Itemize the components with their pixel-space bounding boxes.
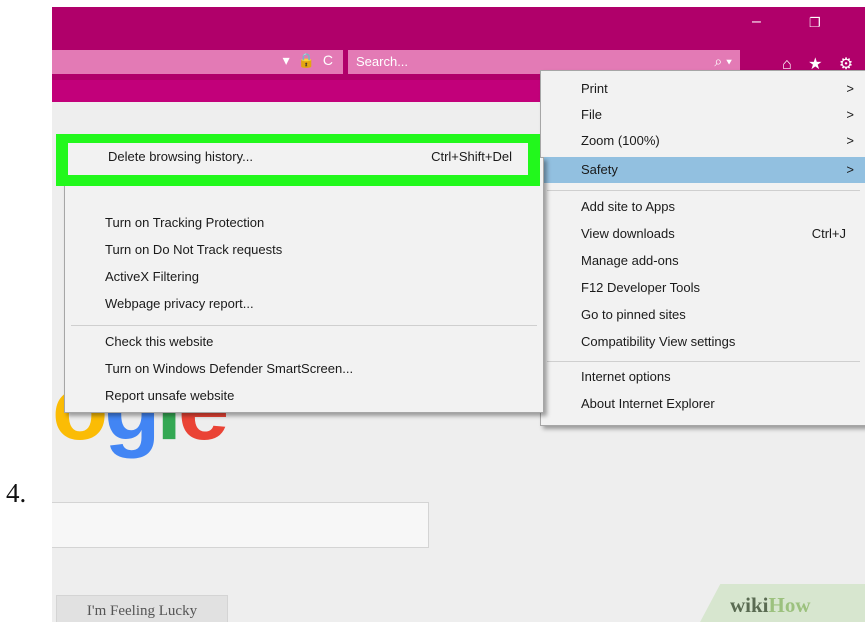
menu-item-label: Print: [581, 81, 608, 96]
menu-separator: [547, 361, 860, 362]
menu-item-add-site-to-apps[interactable]: Add site to Apps: [541, 194, 865, 220]
chevron-right-icon: >: [846, 81, 854, 96]
url-field[interactable]: ▾ 🔒 C: [52, 50, 343, 74]
shortcut-label: Ctrl+Shift+Del: [431, 149, 512, 164]
menu-item-manage-add-ons[interactable]: Manage add-ons: [541, 248, 865, 274]
menu-item-label: Internet options: [581, 369, 671, 384]
menu-item-label: Turn on Do Not Track requests: [105, 242, 283, 257]
menu-item-label: File: [581, 107, 602, 122]
menu-item-label: About Internet Explorer: [581, 396, 715, 411]
search-icon[interactable]: ⌕ ▾: [714, 53, 732, 70]
chevron-right-icon: >: [846, 133, 854, 148]
menu-item-label: Turn on Tracking Protection: [105, 215, 265, 230]
menu-item-label: F12 Developer Tools: [581, 280, 700, 295]
submenu-item-report-unsafe[interactable]: Report unsafe website: [65, 383, 543, 409]
feeling-lucky-button[interactable]: I'm Feeling Lucky: [56, 595, 228, 622]
title-bar: – ❐: [52, 7, 865, 44]
browser-window: – ❐ ▾ 🔒 C Search... ⌕ ▾ ⌂ ★ ⚙ ogle I'm F…: [52, 7, 865, 622]
menu-item-file[interactable]: File >: [541, 102, 865, 128]
submenu-item-privacy-report[interactable]: Webpage privacy report...: [65, 291, 543, 317]
minimize-button[interactable]: –: [752, 13, 761, 31]
submenu-item-delete-browsing-history[interactable]: Delete browsing history... Ctrl+Shift+De…: [68, 143, 528, 175]
submenu-item-tracking-protection[interactable]: Turn on Tracking Protection: [65, 210, 543, 236]
safety-submenu: Turn on Tracking Protection Turn on Do N…: [64, 157, 544, 413]
menu-item-about-ie[interactable]: About Internet Explorer: [541, 391, 865, 417]
watermark-part1: wiki: [730, 593, 769, 617]
menu-item-view-downloads[interactable]: View downloads Ctrl+J: [541, 221, 865, 247]
menu-item-label: View downloads: [581, 226, 675, 241]
menu-item-label: Manage add-ons: [581, 253, 679, 268]
highlight-callout: Delete browsing history... Ctrl+Shift+De…: [56, 134, 540, 186]
menu-item-label: Go to pinned sites: [581, 307, 686, 322]
chevron-right-icon: >: [846, 107, 854, 122]
menu-item-label: Turn on Windows Defender SmartScreen...: [105, 361, 354, 376]
menu-item-print[interactable]: Print >: [541, 76, 865, 102]
submenu-item-check-website[interactable]: Check this website: [65, 329, 543, 355]
security-lock-icon[interactable]: ▾ 🔒 C: [283, 52, 335, 69]
menu-item-internet-options[interactable]: Internet options: [541, 364, 865, 390]
chevron-right-icon: >: [846, 162, 854, 177]
menu-item-label: Webpage privacy report...: [105, 296, 254, 311]
search-placeholder: Search...: [356, 54, 409, 69]
wikihow-watermark: wikiHow: [730, 593, 811, 618]
step-number: 4.: [6, 478, 27, 508]
menu-item-label: Check this website: [105, 334, 214, 349]
menu-item-label: Compatibility View settings: [581, 334, 736, 349]
menu-item-compatibility-view[interactable]: Compatibility View settings: [541, 329, 865, 355]
submenu-item-smartscreen[interactable]: Turn on Windows Defender SmartScreen...: [65, 356, 543, 382]
shortcut-label: Ctrl+J: [811, 226, 846, 241]
menu-item-label: Zoom (100%): [581, 133, 660, 148]
menu-separator: [71, 325, 537, 326]
restore-button[interactable]: ❐: [809, 15, 821, 31]
menu-item-safety[interactable]: Safety >: [541, 157, 865, 183]
menu-separator: [547, 190, 860, 191]
menu-item-label: Safety: [581, 162, 618, 177]
menu-item-label: Report unsafe website: [105, 388, 235, 403]
google-search-box[interactable]: [52, 502, 429, 548]
watermark-part2: How: [768, 593, 811, 617]
submenu-item-activex-filtering[interactable]: ActiveX Filtering: [65, 264, 543, 290]
menu-item-label: ActiveX Filtering: [105, 269, 199, 284]
menu-item-zoom[interactable]: Zoom (100%) >: [541, 128, 865, 154]
submenu-item-do-not-track[interactable]: Turn on Do Not Track requests: [65, 237, 543, 263]
menu-item-label: Delete browsing history...: [108, 149, 253, 164]
menu-item-pinned-sites[interactable]: Go to pinned sites: [541, 302, 865, 328]
menu-item-label: Add site to Apps: [581, 199, 675, 214]
menu-item-developer-tools[interactable]: F12 Developer Tools: [541, 275, 865, 301]
tools-menu: Print > File > Zoom (100%) > Safety > Ad…: [540, 70, 865, 426]
